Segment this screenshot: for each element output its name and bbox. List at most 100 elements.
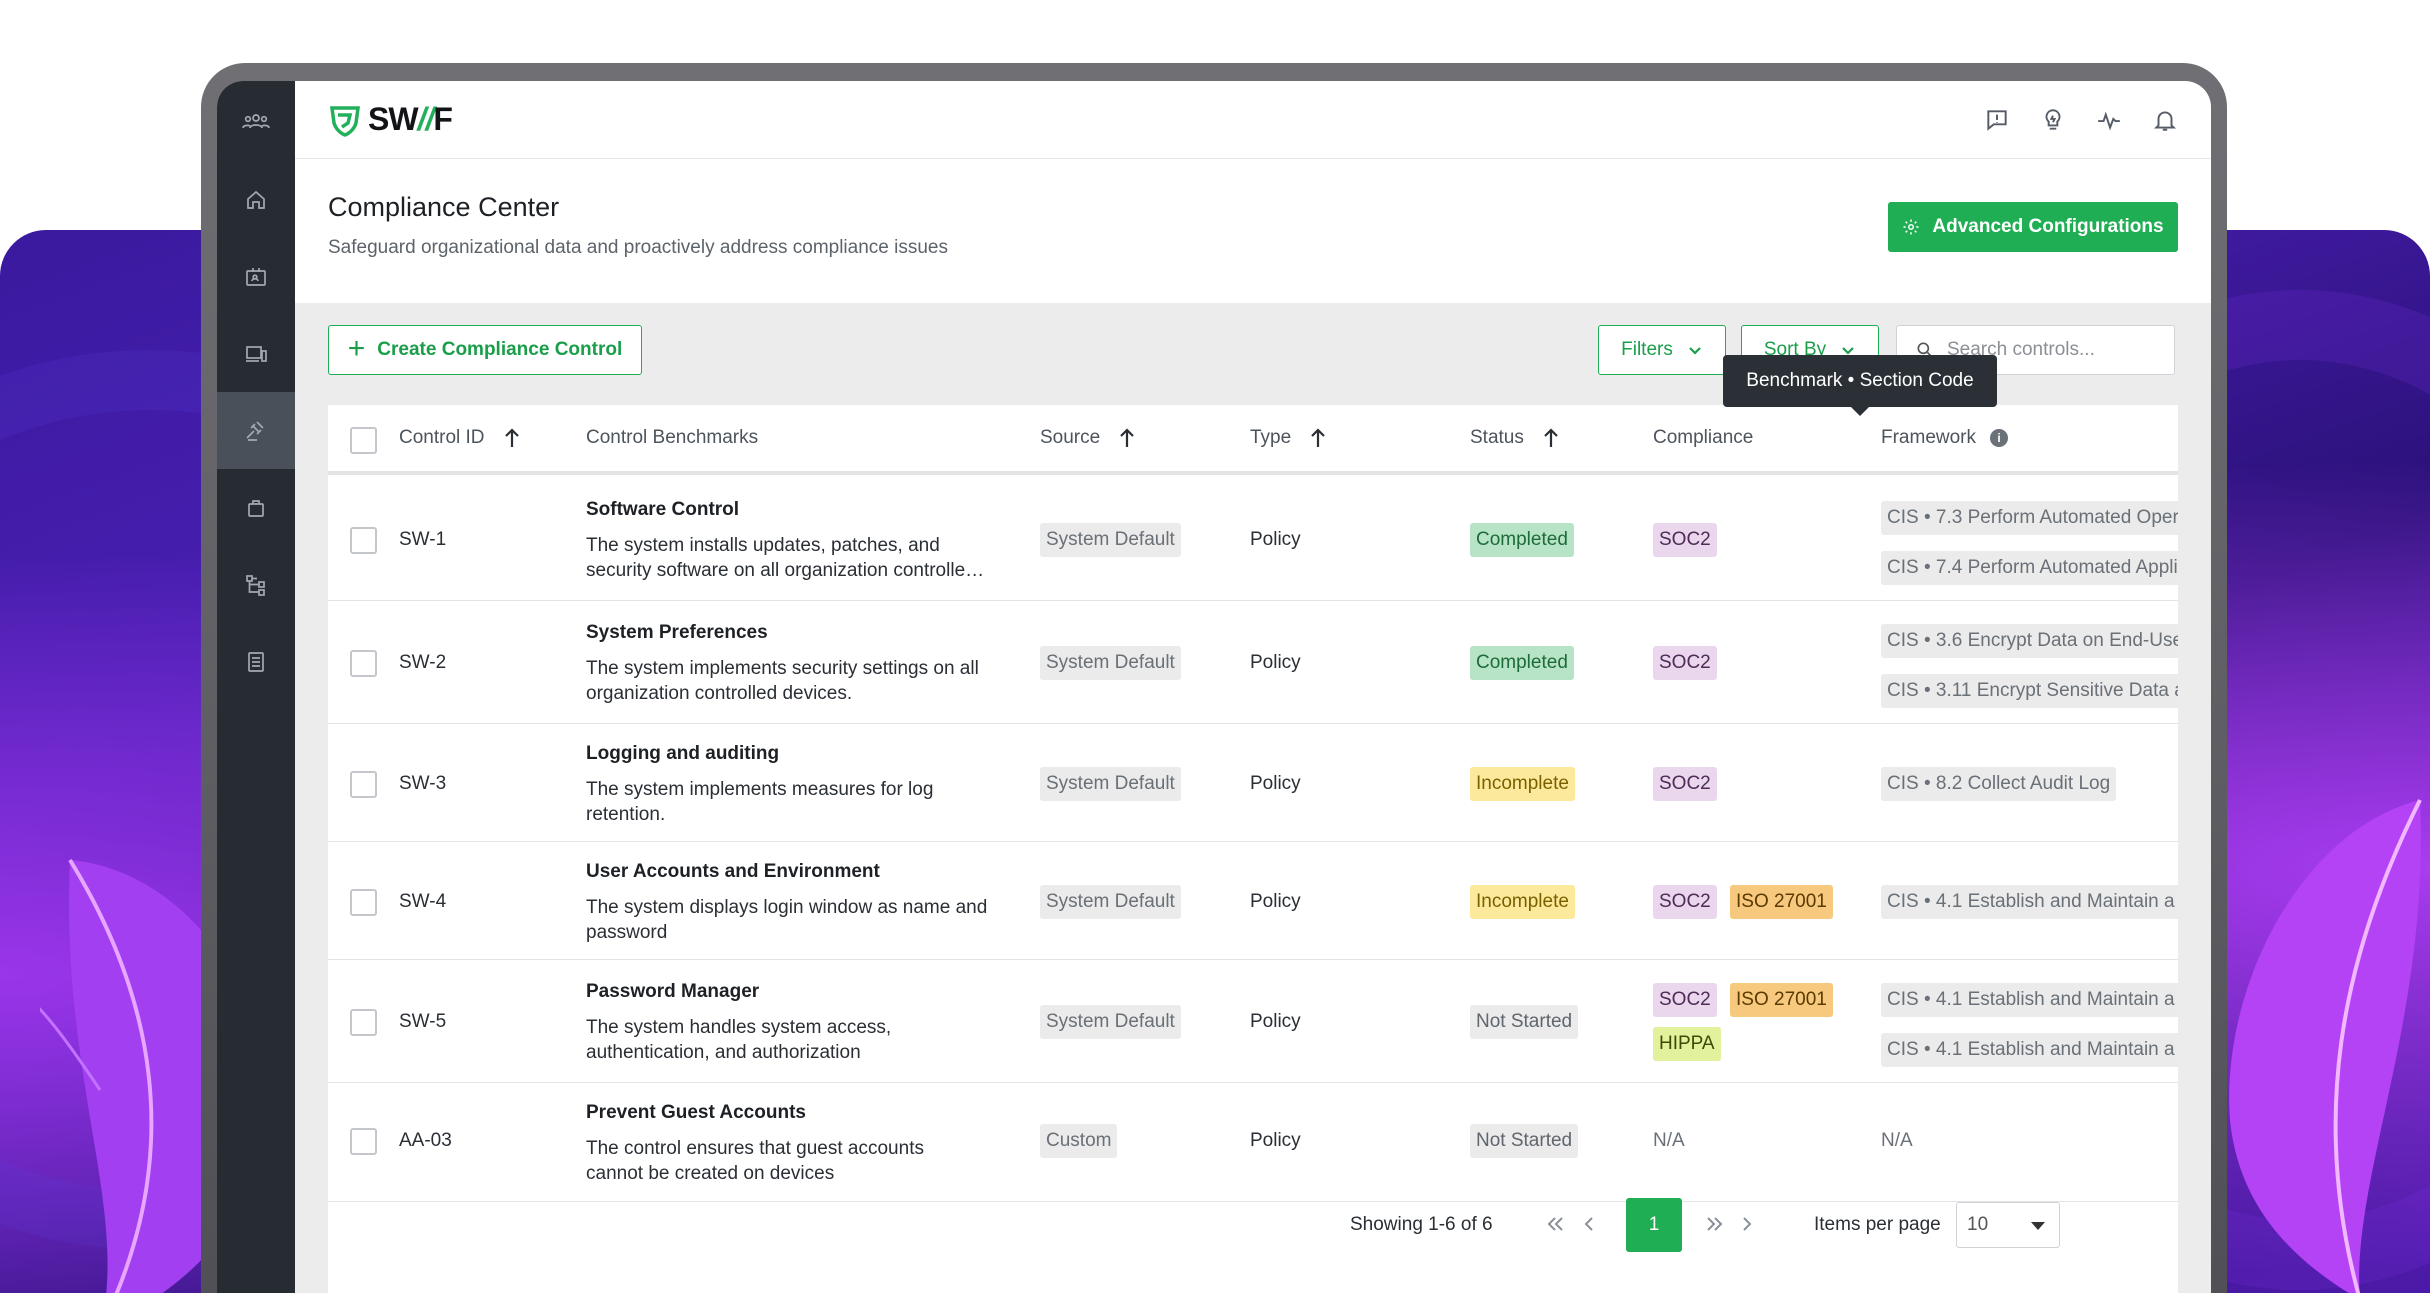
benchmark-title: Logging and auditing: [586, 743, 780, 764]
compliance-chip: ISO 27001: [1730, 983, 1833, 1017]
framework-chip: CIS • 4.1 Establish and Maintain a Secur…: [1881, 983, 2178, 1017]
sidebar-item-identity[interactable]: [217, 238, 295, 315]
feedback-icon[interactable]: [1981, 104, 2013, 136]
filters-button[interactable]: Filters: [1598, 325, 1726, 375]
laptop-frame: SW//F Compliance Center Safeguard organi…: [201, 63, 2227, 1293]
framework-cell: CIS • 4.1 Establish and Maintain a Secur…: [1881, 885, 2178, 935]
status-badge: Not Started: [1470, 1005, 1579, 1039]
advanced-configurations-label: Advanced Configurations: [1932, 216, 2164, 237]
chevron-down-icon: [1689, 347, 1701, 355]
bell-icon[interactable]: [2149, 104, 2181, 136]
first-page-icon[interactable]: [1544, 1213, 1566, 1235]
page-header: Compliance Center Safeguard organization…: [295, 159, 2211, 303]
briefcase-icon: [248, 499, 264, 517]
row-checkbox[interactable]: [350, 527, 377, 554]
status-badge: Completed: [1470, 646, 1574, 680]
framework-chip: CIS • 8.2 Collect Audit Log: [1881, 767, 2117, 801]
table-row[interactable]: SW-3 Logging and auditing The system imp…: [328, 725, 2178, 842]
benchmark-description: The system displays login window as name…: [586, 897, 988, 943]
team-icon: [242, 114, 270, 129]
benchmark-title: System Preferences: [586, 622, 768, 643]
brand-name: SW//F: [368, 101, 453, 137]
sidebar-item-home[interactable]: [217, 161, 295, 238]
toolbar: + Create Compliance Control Filters Sort…: [328, 325, 2178, 416]
benchmark-description: The system implements measures for log r…: [586, 779, 934, 825]
devices-icon: [246, 345, 267, 362]
pagination-summary: Showing 1-6 of 6: [1350, 1214, 1493, 1235]
sort-arrow-up-icon[interactable]: [1309, 427, 1327, 449]
header-label: Type: [1250, 427, 1292, 448]
prev-page-icon[interactable]: [1578, 1213, 1600, 1235]
row-checkbox[interactable]: [350, 1009, 377, 1036]
source-chip: System Default: [1040, 523, 1181, 557]
table-row[interactable]: SW-2 System Preferences The system imple…: [328, 602, 2178, 724]
control-id: AA-03: [399, 1130, 452, 1151]
hierarchy-icon: [246, 574, 265, 596]
header-label: Compliance: [1653, 427, 1754, 448]
page-button-current[interactable]: 1: [1626, 1198, 1682, 1252]
benchmark-cell: System Preferences The system implements…: [586, 622, 1006, 706]
benchmark-title: Prevent Guest Accounts: [586, 1102, 806, 1123]
compliance-cell: SOC2 ISO 27001 HIPPA: [1653, 983, 1873, 1061]
sort-arrow-up-icon[interactable]: [1118, 427, 1136, 449]
header-label: Control Benchmarks: [586, 427, 759, 448]
caret-down-icon: [2031, 1222, 2045, 1230]
items-per-page-select[interactable]: 10: [1956, 1202, 2060, 1248]
source-chip: System Default: [1040, 885, 1181, 919]
sidebar-item-devices[interactable]: [217, 315, 295, 392]
activity-icon[interactable]: [2093, 104, 2125, 136]
table-row[interactable]: SW-5 Password Manager The system handles…: [328, 961, 2178, 1083]
col-source[interactable]: Source: [1040, 427, 1136, 449]
source-chip: Custom: [1040, 1124, 1118, 1158]
sort-arrow-up-icon[interactable]: [503, 427, 521, 449]
compliance-chip: SOC2: [1653, 983, 1717, 1017]
framework-chip: CIS • 7.4 Perform Automated Application …: [1881, 551, 2178, 585]
row-checkbox[interactable]: [350, 650, 377, 677]
sort-arrow-up-icon[interactable]: [1542, 427, 1560, 449]
plus-icon: +: [347, 331, 366, 365]
framework-cell: CIS • 7.3 Perform Automated Operating Sy…: [1881, 501, 2178, 601]
compliance-chip: SOC2: [1653, 646, 1717, 680]
sidebar-item-assets[interactable]: [217, 469, 295, 546]
framework-chip: CIS • 3.6 Encrypt Data on End-User Devic…: [1881, 624, 2178, 658]
sidebar-item-hierarchy[interactable]: [217, 546, 295, 623]
sidebar-item-team[interactable]: [217, 81, 295, 161]
main-content: + Create Compliance Control Filters Sort…: [295, 303, 2211, 1293]
compliance-na: N/A: [1653, 1130, 1685, 1151]
gear-icon: [1903, 219, 1919, 235]
sidebar-item-reports[interactable]: [217, 623, 295, 700]
framework-na: N/A: [1881, 1130, 1913, 1151]
brand-logo[interactable]: SW//F: [328, 101, 453, 138]
row-checkbox[interactable]: [350, 1128, 377, 1155]
create-compliance-control-button[interactable]: + Create Compliance Control: [328, 325, 642, 375]
top-icons: [1981, 104, 2181, 136]
benchmark-title: Password Manager: [586, 981, 760, 1002]
source-chip: System Default: [1040, 767, 1181, 801]
items-per-page-label: Items per page: [1814, 1214, 1941, 1235]
framework-cell: CIS • 4.1 Establish and Maintain a Secur…: [1881, 983, 2178, 1083]
type-value: Policy: [1250, 652, 1301, 673]
row-checkbox[interactable]: [350, 889, 377, 916]
create-label: Create Compliance Control: [377, 339, 623, 360]
info-icon[interactable]: i: [1990, 429, 2009, 447]
pagination: Showing 1-6 of 6 1 Items per page 10: [328, 1174, 2178, 1274]
sidebar: [217, 81, 295, 1293]
sidebar-item-compliance[interactable]: [217, 392, 295, 469]
table-row[interactable]: SW-1 Software Control The system install…: [328, 479, 2178, 601]
benchmark-title: Software Control: [586, 499, 740, 520]
row-checkbox[interactable]: [350, 771, 377, 798]
advanced-configurations-button[interactable]: Advanced Configurations: [1888, 202, 2178, 252]
lightbulb-icon[interactable]: [2037, 104, 2069, 136]
col-type[interactable]: Type: [1250, 427, 1327, 449]
compliance-chip: SOC2: [1653, 523, 1717, 557]
col-control-id[interactable]: Control ID: [399, 427, 521, 449]
table-row[interactable]: SW-4 User Accounts and Environment The s…: [328, 843, 2178, 960]
type-value: Policy: [1250, 1011, 1301, 1032]
col-status[interactable]: Status: [1470, 427, 1560, 449]
compliance-chip: ISO 27001: [1730, 885, 1833, 919]
next-page-icon[interactable]: [1736, 1213, 1758, 1235]
select-all-checkbox[interactable]: [350, 427, 377, 454]
last-page-icon[interactable]: [1704, 1213, 1726, 1235]
framework-chip: CIS • 4.1 Establish and Maintain a Secur…: [1881, 885, 2178, 919]
col-compliance: Compliance: [1653, 427, 1753, 449]
